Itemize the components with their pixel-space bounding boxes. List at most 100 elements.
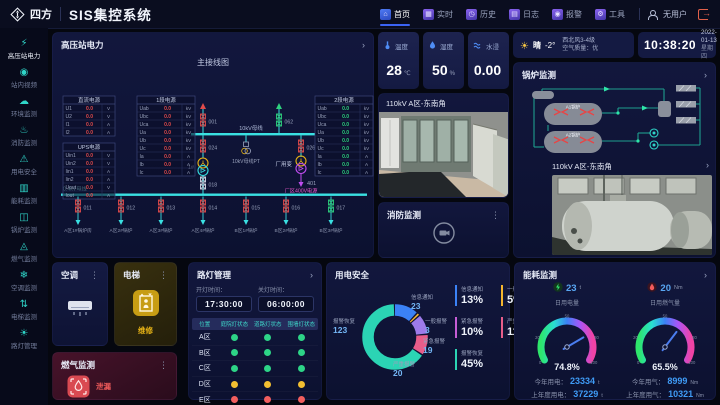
gauge-stat-unit: t [598,380,599,386]
streetlight-dot-cell [218,396,251,403]
gauge-stat-label: 上年度用电： [531,389,570,399]
svg-text:U1: U1 [66,106,73,112]
sidebar-item-9[interactable]: ⇅电梯监测 [0,296,48,325]
more-menu-icon[interactable] [159,361,168,369]
fire-panel-title: 消防监测 [387,209,421,221]
svg-text:Ic: Ic [140,170,144,176]
sidebar-item-8[interactable]: ❄空调监测 [0,267,48,296]
alarm-stat-percent: 13% [461,294,485,306]
svg-text:024: 024 [209,146,218,152]
chevron-right-icon[interactable] [706,161,709,172]
sidebar-item-2[interactable]: ☁环境监测 [0,93,48,122]
env-card-label: 温度 [395,41,408,51]
donut-segment-value: 20 [393,370,415,377]
more-menu-icon[interactable] [491,211,500,219]
nav-item-label: 历史 [480,9,496,20]
svg-text:0.0: 0.0 [342,154,349,160]
nav-item-realtime[interactable]: ▦实时 [423,0,453,28]
svg-text:Ubc: Ubc [318,114,327,120]
sidebar-item-3[interactable]: ♨消防监测 [0,122,48,151]
nav-item-label: 工具 [609,9,625,20]
gauge-arc: 0205080100 [623,307,707,365]
svg-text:kV: kV [364,114,370,119]
gauge-daily-unit: Nm [674,285,683,291]
flame-icon [647,279,657,297]
outgoing-dest-label: 厂区400V电源 [285,187,319,195]
streetlight-location: A区 [192,332,218,342]
svg-text:0.0: 0.0 [86,122,93,128]
lights-on-time-input[interactable]: 17:30:00 [196,296,252,312]
svg-text:Iout: Iout [66,193,75,199]
boiler-camera-row[interactable]: 110kV A区-东南角 [552,161,709,172]
svg-text:A区1#锅炉房: A区1#锅炉房 [64,227,92,234]
user-name: 无用户 [663,9,687,20]
gauge-percent: 65.5% [652,362,678,372]
svg-text:U2: U2 [66,114,73,120]
right-branch: 厂用变 401 厂区400V电源 [275,135,318,194]
measurement-table-0: 直流电源U10.0VU20.0VI10.0AI20.0A [63,96,115,136]
streetlight-location: E区 [192,395,218,405]
chevron-right-icon[interactable] [310,271,313,279]
status-dot-yellow [231,381,238,388]
sidebar-item-label: 电梯监测 [0,311,48,321]
more-menu-icon[interactable] [90,271,99,279]
svg-text:0.0: 0.0 [164,154,171,160]
svg-text:UPS电源: UPS电源 [78,143,101,151]
sidebar-item-4[interactable]: ⚠用电安全 [0,151,48,180]
sidebar-item-6[interactable]: ◫锅炉监测 [0,209,48,238]
sis-dashboard: 四方 SIS集控系统 ⌂首页▦实时◷历史▤日志◉报警⚙工具 无用户 ⚡高压站电力… [0,0,720,405]
svg-text:026: 026 [307,146,316,152]
nav-item-home[interactable]: ⌂首页 [380,0,410,28]
sidebar-item-1[interactable]: ◉站内视频 [0,64,48,93]
svg-text:0.0: 0.0 [164,106,171,112]
svg-text:016: 016 [292,206,301,212]
gauge-stat-value: 8999 [667,376,687,386]
chevron-right-icon[interactable] [704,71,707,79]
svg-text:0.0: 0.0 [342,106,349,112]
svg-text:kV: kV [186,130,192,135]
gauge-stat-label: 今年用电： [535,376,568,386]
pt-branch: 10kV母线PT [232,135,260,165]
boiler-panel-title: 锅炉监测 [522,69,556,81]
svg-text:B区3#锅炉: B区3#锅炉 [320,227,343,234]
streetlight-dot-cell [251,365,284,372]
svg-text:kV: kV [186,138,192,143]
sidebar-item-10[interactable]: ☀路灯管理 [0,325,48,354]
more-menu-icon[interactable] [159,271,168,279]
sidebar-item-label: 站内视频 [0,79,48,89]
env-card-humidity: 湿度50% [423,32,464,89]
svg-text:Uc: Uc [318,146,325,152]
logout-icon[interactable] [698,9,708,20]
nav-item-tools[interactable]: ⚙工具 [595,0,625,28]
brand: 四方 [0,6,52,22]
bus-top-label: 10kV母线 [239,124,263,132]
clock-date: 2022-01-13 [701,29,717,45]
chevron-right-icon[interactable] [704,271,707,279]
alarm-stat-4: 报警恢复45% [455,349,485,370]
streetlight-times: 开灯时间： 17:30:00 关灯时间： 06:00:00 [189,281,321,312]
gauge-head: 20Nm [647,279,682,297]
svg-text:Uin2: Uin2 [66,161,77,167]
sun-icon [520,36,529,54]
nav-item-logs[interactable]: ▤日志 [509,0,539,28]
chevron-right-icon[interactable] [362,41,365,49]
sidebar-item-label: 用电安全 [0,166,48,176]
alarms-icon: ◉ [552,9,563,20]
nav-item-history[interactable]: ◷历史 [466,0,496,28]
svg-text:kV: kV [364,146,370,151]
svg-text:100: 100 [688,360,696,365]
feeder-016: 016B区2#锅炉 [275,197,301,235]
env-card-unit: ℃ [404,71,411,77]
lights-off-time-input[interactable]: 06:00:00 [258,296,314,312]
user-icon [647,10,656,19]
svg-text:1段电源: 1段电源 [156,96,176,104]
hvac-panel-title: 空调 [61,269,78,281]
streetlight-col-header: 庭院灯状态 [218,320,251,328]
svg-text:0.0: 0.0 [342,146,349,152]
electric-safety-panel: 用电安全 信息通知23一般报警3紧急报警19严重报警20报警恢复123 信息通知… [326,262,510,400]
sidebar-item-7[interactable]: ◬燃气监测 [0,238,48,267]
sidebar-item-0[interactable]: ⚡高压站电力 [0,35,48,64]
nav-item-alarms[interactable]: ◉报警 [552,0,582,28]
sidebar-item-5[interactable]: ▥能耗监测 [0,180,48,209]
camera-panel[interactable]: 110kV A区-东南角 [378,93,509,198]
